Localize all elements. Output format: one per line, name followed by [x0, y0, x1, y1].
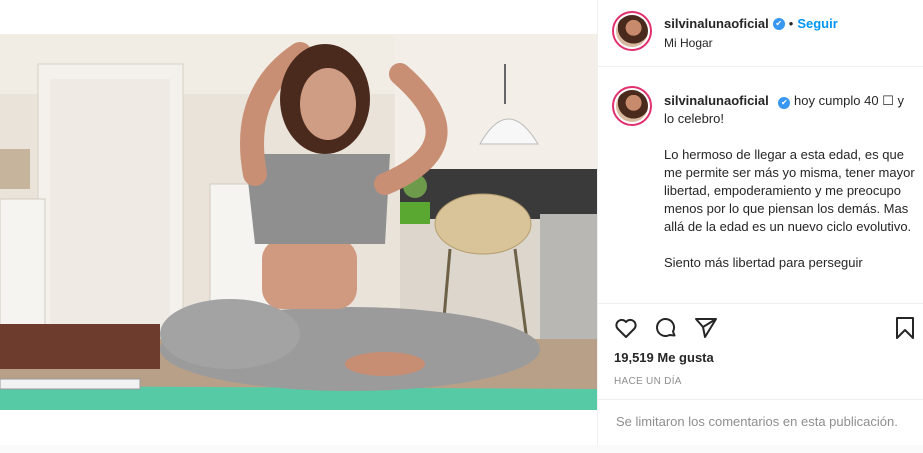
- separator-dot: •: [788, 16, 794, 31]
- avatar-image: [616, 15, 648, 47]
- post-sidebar: silvinalunaoficial ✔ • Seguir Mi Hogar s…: [597, 0, 923, 445]
- location-link[interactable]: Mi Hogar: [664, 36, 713, 50]
- comments-limited-notice: Se limitaron los comentarios en esta pub…: [598, 399, 923, 446]
- caption-avatar[interactable]: [612, 86, 652, 126]
- likes-number: 19,519: [614, 350, 654, 365]
- bookmark-icon[interactable]: [893, 316, 917, 340]
- comment-icon[interactable]: [654, 316, 678, 340]
- username-link[interactable]: silvinalunaoficial: [664, 16, 769, 31]
- caption-text: silvinalunaoficial ✔ hoy cumplo 40 ☐ y l…: [664, 92, 916, 290]
- likes-count[interactable]: 19,519 Me gusta: [614, 350, 714, 365]
- heart-icon[interactable]: [614, 316, 638, 340]
- caption-paragraph-1: silvinalunaoficial ✔ hoy cumplo 40 ☐ y l…: [664, 92, 916, 128]
- caption-username-link[interactable]: silvinalunaoficial: [664, 93, 769, 108]
- caption-paragraph-2: Lo hermoso de llegar a esta edad, es que…: [664, 147, 915, 234]
- post-photo[interactable]: [0, 34, 597, 410]
- post-timestamp[interactable]: HACE UN DÍA: [614, 376, 682, 387]
- instagram-post: silvinalunaoficial ✔ • Seguir Mi Hogar s…: [0, 0, 923, 445]
- verified-badge-icon: ✔: [778, 97, 791, 109]
- caption-section: silvinalunaoficial ✔ hoy cumplo 40 ☐ y l…: [598, 68, 923, 303]
- post-header: silvinalunaoficial ✔ • Seguir Mi Hogar: [598, 0, 923, 67]
- header-user-line: silvinalunaoficial ✔ • Seguir: [664, 16, 838, 31]
- photo-illustration: [0, 34, 597, 410]
- actions-section: 19,519 Me gusta HACE UN DÍA Se limitaron…: [598, 303, 923, 445]
- avatar[interactable]: [612, 11, 652, 51]
- follow-button[interactable]: Seguir: [797, 16, 837, 31]
- share-icon[interactable]: [694, 316, 718, 340]
- photo-column: [0, 0, 597, 445]
- avatar-image: [616, 90, 648, 122]
- action-icons: [614, 316, 718, 340]
- caption-paragraph-3: Siento más libertad para perseguir: [664, 255, 863, 270]
- likes-label: Me gusta: [657, 350, 714, 365]
- verified-badge-icon: ✔: [772, 17, 785, 30]
